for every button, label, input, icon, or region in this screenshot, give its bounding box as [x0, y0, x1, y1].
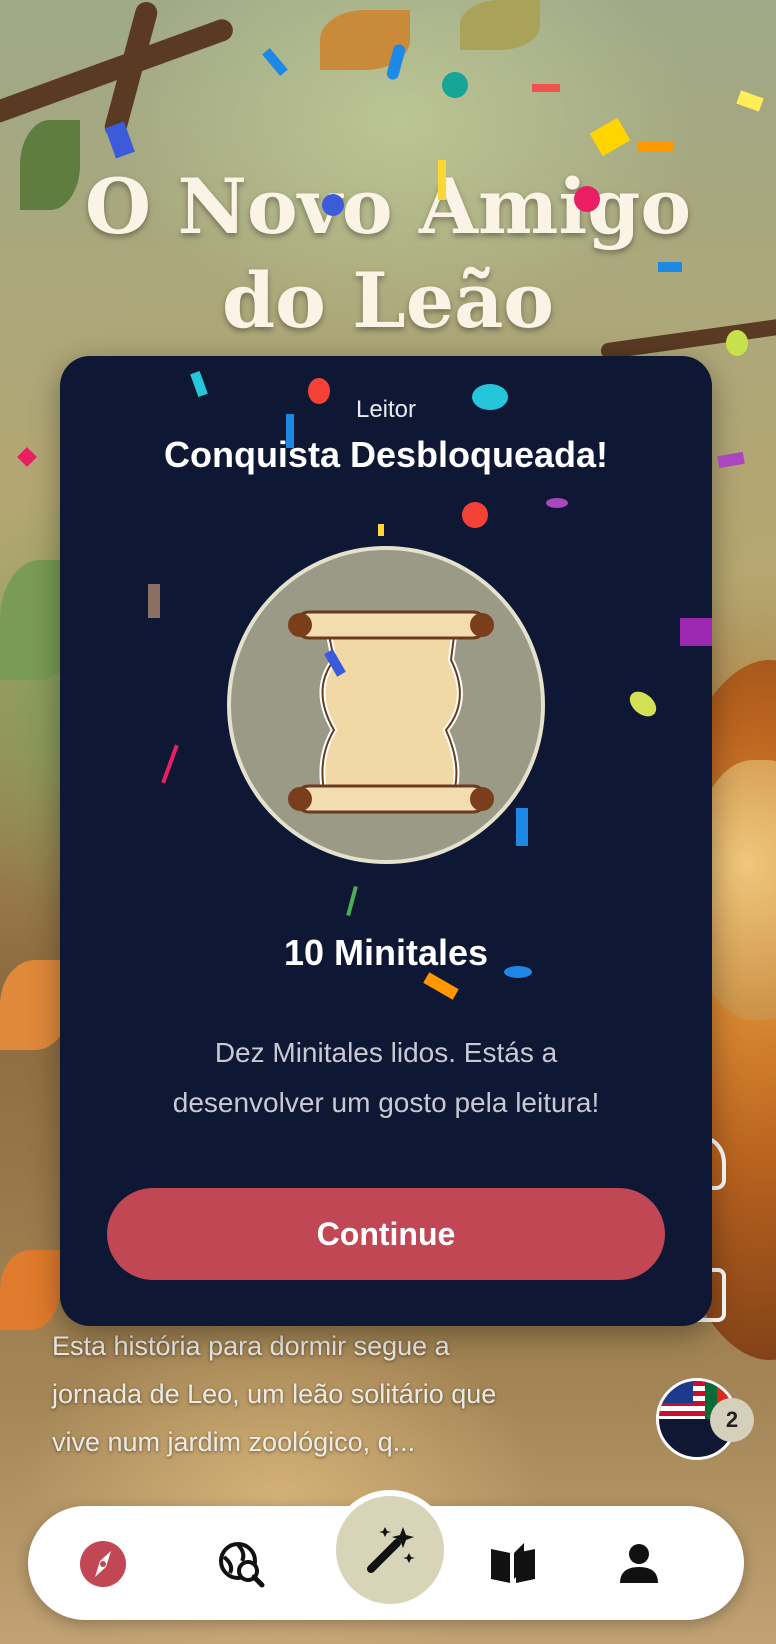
- confetti-piece: [442, 72, 468, 98]
- achievement-description: Dez Minitales lidos. Estás a desenvolver…: [120, 1028, 652, 1128]
- confetti-piece: [546, 498, 568, 508]
- confetti-piece: [378, 524, 384, 536]
- achievement-name: 10 Minitales: [283, 932, 489, 973]
- confetti-piece: [680, 618, 712, 646]
- confetti-piece: [574, 186, 600, 212]
- achievement-description-line-1: Dez Minitales lidos. Estás a: [214, 1037, 558, 1068]
- story-description-line-1: Esta história para dormir segue a: [52, 1331, 450, 1361]
- story-title: O Novo Amigo do Leão: [0, 160, 776, 348]
- confetti-piece: [638, 142, 674, 152]
- achievement-category: Leitor: [355, 396, 417, 423]
- magic-wand-icon: [367, 1527, 415, 1573]
- story-description-line-2: jornada de Leo, um leão solitário que: [52, 1379, 497, 1409]
- confetti-piece: [286, 414, 294, 448]
- language-count-badge: 2: [710, 1398, 754, 1442]
- achievement-modal-title: Conquista Desbloqueada!: [163, 434, 609, 475]
- achievement-description-line-2: desenvolver um gosto pela leitura!: [172, 1087, 600, 1118]
- create-story-button[interactable]: [330, 1490, 450, 1610]
- continue-button[interactable]: Continue: [107, 1188, 665, 1280]
- confetti-piece: [462, 502, 488, 528]
- story-description: Esta história para dormir segue a jornad…: [52, 1322, 612, 1466]
- globe-search-icon[interactable]: [216, 1539, 266, 1589]
- scroll-icon: [288, 610, 494, 814]
- story-title-line-1: O Novo Amigo: [84, 162, 692, 251]
- confetti-piece: [516, 808, 528, 846]
- compass-icon[interactable]: [78, 1539, 128, 1589]
- story-description-line-3: vive num jardim zoológico, q...: [52, 1427, 416, 1457]
- confetti-piece: [472, 384, 508, 410]
- confetti-piece: [532, 84, 560, 92]
- achievement-badge: [227, 546, 545, 864]
- confetti-piece: [148, 584, 160, 618]
- confetti-piece: [322, 194, 344, 216]
- confetti-piece: [308, 378, 330, 404]
- open-book-icon[interactable]: [488, 1539, 538, 1589]
- confetti-piece: [726, 330, 748, 356]
- confetti-piece: [658, 262, 682, 272]
- confetti-piece: [504, 966, 532, 978]
- profile-icon[interactable]: [614, 1539, 664, 1589]
- confetti-piece: [438, 160, 446, 200]
- achievement-modal: Leitor Conquista Desbloqueada! 10 Minita…: [60, 356, 712, 1326]
